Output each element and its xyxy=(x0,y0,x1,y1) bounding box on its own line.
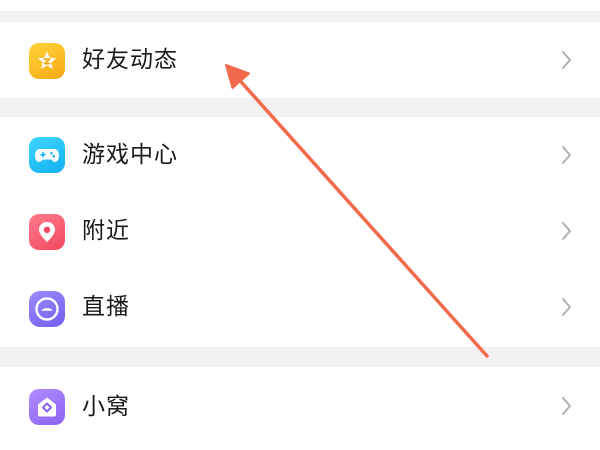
menu-item-nearby[interactable]: 附近 xyxy=(0,194,600,270)
menu-item-label: 好友动态 xyxy=(82,47,178,73)
settings-screen: 好友动态 游戏中心 附近 直播 小窝 xyxy=(0,0,600,450)
menu-item-nest[interactable]: 小窝 xyxy=(0,367,600,443)
menu-group-personal: 小窝 xyxy=(0,367,600,450)
home-diamond-icon xyxy=(29,389,65,425)
chevron-right-icon xyxy=(562,51,571,69)
menu-item-label: 附近 xyxy=(82,218,130,244)
chevron-right-icon xyxy=(562,222,571,240)
menu-group-discover: 游戏中心 附近 直播 xyxy=(0,117,600,347)
top-strip xyxy=(0,0,600,12)
menu-item-friends-feed[interactable]: 好友动态 xyxy=(0,22,600,98)
chevron-right-icon xyxy=(562,298,571,316)
live-stream-icon xyxy=(29,291,65,327)
star-badge-icon xyxy=(29,43,65,79)
gamepad-icon xyxy=(29,137,65,173)
menu-item-label: 游戏中心 xyxy=(82,142,178,168)
menu-item-live[interactable]: 直播 xyxy=(0,271,600,347)
chevron-right-icon xyxy=(562,397,571,415)
menu-item-label: 小窝 xyxy=(82,394,130,420)
location-pin-icon xyxy=(29,214,65,250)
menu-item-game-center[interactable]: 游戏中心 xyxy=(0,117,600,193)
menu-item-label: 直播 xyxy=(82,294,130,320)
menu-group-social: 好友动态 xyxy=(0,22,600,98)
chevron-right-icon xyxy=(562,146,571,164)
